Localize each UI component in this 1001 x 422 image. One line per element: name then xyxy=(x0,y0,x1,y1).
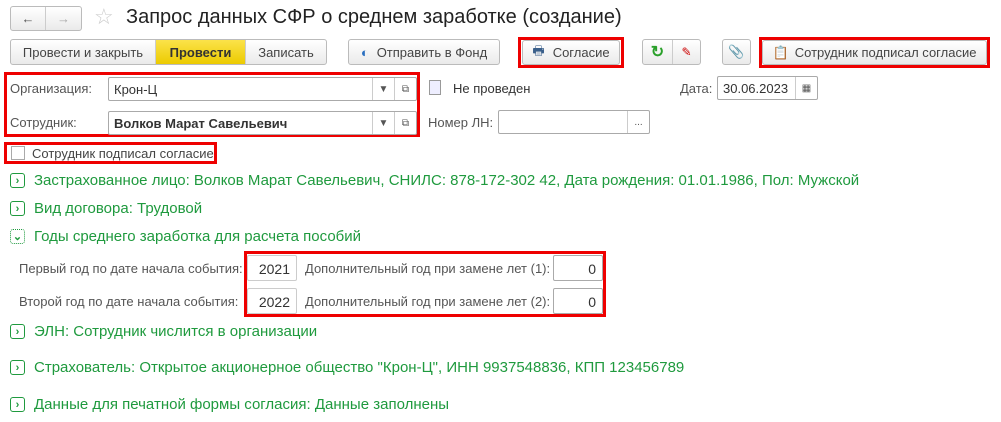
second-year-label: Второй год по дате начала события: xyxy=(19,294,239,309)
status-text: Не проведен xyxy=(453,81,531,96)
signed-label: Сотрудник подписал согласие xyxy=(794,45,977,60)
employee-signed-button[interactable]: 📋 Сотрудник подписал согласие xyxy=(762,40,987,65)
org-value: Крон-Ц xyxy=(114,81,158,97)
post-button[interactable]: Провести xyxy=(156,40,246,64)
printer-icon: 🖶 xyxy=(532,42,545,58)
consent-print-button[interactable]: 🖶 Согласие xyxy=(522,40,620,65)
signed-checkbox[interactable] xyxy=(11,146,25,160)
back-button[interactable]: ← xyxy=(11,7,47,30)
send-to-fund-button[interactable]: ◐ Отправить в Фонд xyxy=(348,39,500,65)
favorite-star-icon[interactable]: ☆ xyxy=(94,4,114,30)
consent-label: Согласие xyxy=(552,45,610,60)
expand-icon: › xyxy=(10,360,25,375)
date-field[interactable]: 30.06.2023 ▦ xyxy=(717,76,818,100)
group-label: Застрахованное лицо: Волков Марат Савель… xyxy=(34,172,860,189)
dropdown-icon[interactable]: ▼ xyxy=(372,78,394,100)
post-group: Провести и закрыть Провести Записать xyxy=(10,39,327,65)
group-label: Данные для печатной формы согласия: Данн… xyxy=(34,396,450,413)
extra-year2-field[interactable]: 0 xyxy=(553,288,603,314)
collapse-icon: ⌄ xyxy=(10,229,25,244)
emp-label: Сотрудник: xyxy=(10,115,77,130)
page-title: Запрос данных СФР о среднем заработке (с… xyxy=(126,6,622,28)
group-label: Страхователь: Открытое акционерное общес… xyxy=(34,359,685,376)
forward-button[interactable]: → xyxy=(46,7,81,30)
refresh-icon[interactable]: ↻ xyxy=(643,40,673,64)
edit-cancel-icon[interactable]: ✎ xyxy=(673,40,700,64)
org-label: Организация: xyxy=(10,81,93,96)
nav-buttons: ← → xyxy=(10,6,82,31)
send-label: Отправить в Фонд xyxy=(376,44,488,60)
post-and-close-button[interactable]: Провести и закрыть xyxy=(11,40,156,64)
ln-label: Номер ЛН: xyxy=(428,115,494,130)
group-years[interactable]: ⌄ Годы среднего заработка для расчета пос… xyxy=(10,228,361,245)
ln-select-button[interactable]: ... xyxy=(627,111,649,133)
extra-year1-label: Дополнительный год при замене лет (1): xyxy=(305,261,551,276)
employee-field[interactable]: Волков Марат Савельевич ▼ ⧉ xyxy=(108,111,417,135)
dropdown-icon[interactable]: ▼ xyxy=(372,112,394,134)
group-print-data[interactable]: › Данные для печатной формы согласия: Дан… xyxy=(10,396,449,413)
emp-value: Волков Марат Савельевич xyxy=(114,115,288,131)
group-insured-person[interactable]: › Застрахованное лицо: Волков Марат Савел… xyxy=(10,172,859,189)
date-value: 30.06.2023 xyxy=(723,80,789,96)
group-insurer[interactable]: › Страхователь: Открытое акционерное обще… xyxy=(10,359,684,376)
action-group: ↻ ✎ xyxy=(642,39,701,65)
expand-icon: › xyxy=(10,324,25,339)
expand-icon: › xyxy=(10,397,25,412)
date-label: Дата: xyxy=(680,81,713,96)
calendar-icon[interactable]: ▦ xyxy=(795,77,817,99)
ln-field[interactable]: ... xyxy=(498,110,650,134)
document-icon xyxy=(429,80,441,95)
open-icon[interactable]: ⧉ xyxy=(394,78,416,100)
group-label: Вид договора: Трудовой xyxy=(34,200,203,217)
extra-year2-label: Дополнительный год при замене лет (2): xyxy=(305,294,551,309)
fund-icon: ◐ xyxy=(360,44,369,60)
second-year-field[interactable]: 2022 xyxy=(247,288,297,314)
signed-checkbox-label[interactable]: Сотрудник подписал согласие xyxy=(32,146,214,161)
expand-icon: › xyxy=(10,201,25,216)
group-contract-type[interactable]: › Вид договора: Трудовой xyxy=(10,200,202,217)
open-icon[interactable]: ⧉ xyxy=(394,112,416,134)
save-button[interactable]: Записать xyxy=(246,40,326,64)
attach-icon[interactable]: 📎 xyxy=(722,39,751,65)
extra-year1-field[interactable]: 0 xyxy=(553,255,603,281)
clipboard-check-icon: 📋 xyxy=(772,44,789,60)
expand-icon: › xyxy=(10,173,25,188)
group-label: ЭЛН: Сотрудник числится в организации xyxy=(34,323,318,340)
group-label: Годы среднего заработка для расчета посо… xyxy=(34,228,362,245)
group-eln[interactable]: › ЭЛН: Сотрудник числится в организации xyxy=(10,323,317,340)
first-year-label: Первый год по дате начала события: xyxy=(19,261,243,276)
first-year-field[interactable]: 2021 xyxy=(247,255,297,281)
org-field[interactable]: Крон-Ц ▼ ⧉ xyxy=(108,77,417,101)
